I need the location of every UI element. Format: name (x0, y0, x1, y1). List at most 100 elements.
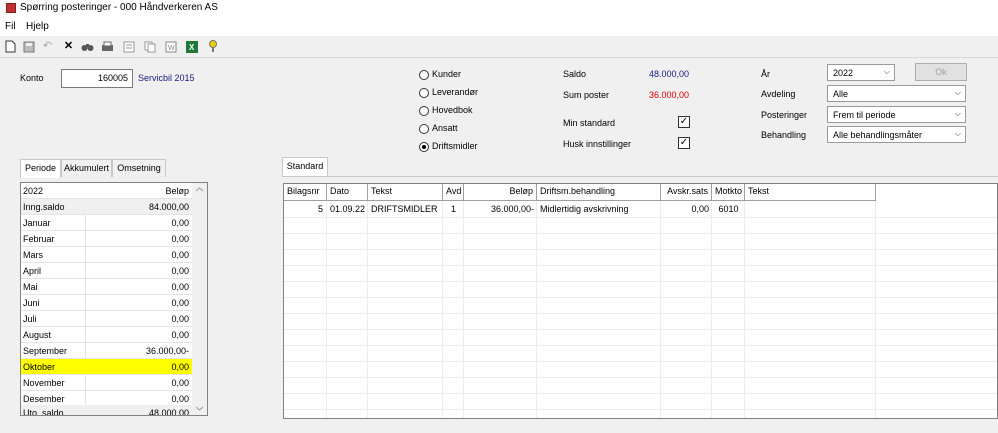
husk-innstillinger-checkbox[interactable]: ✓ (678, 137, 690, 149)
ar-label: År (761, 69, 770, 79)
tab-periode[interactable]: Periode (20, 159, 61, 178)
avdeling-select[interactable]: Alle ⌵ (827, 85, 966, 102)
radio-button-selected[interactable] (419, 142, 429, 152)
cell-tekst: DRIFTSMIDLER (371, 204, 438, 214)
table-row[interactable]: Mars 0,00 (21, 247, 193, 263)
table-row[interactable]: Inng.saldo 84.000,00 (21, 199, 193, 215)
tab-divider (282, 176, 998, 177)
tab-akkumulert[interactable]: Akkumulert (61, 159, 112, 177)
cell-dato: 01.09.22 (330, 204, 366, 214)
save-icon[interactable] (22, 40, 35, 53)
table-row[interactable]: Uto. saldo 48.000,00 (21, 405, 193, 415)
column-header-tekst-2[interactable]: Tekst (745, 184, 876, 201)
table-row[interactable]: August 0,00 (21, 327, 193, 343)
column-header-avd[interactable]: Avd (443, 184, 464, 201)
radio-button[interactable] (419, 70, 429, 80)
column-header-year: 2022 (23, 186, 44, 196)
period-name: Juni (23, 298, 40, 308)
period-name: November (23, 378, 65, 388)
table-row[interactable]: Mai 0,00 (21, 279, 193, 295)
new-file-icon[interactable] (4, 40, 17, 53)
min-standard-checkbox[interactable]: ✓ (678, 116, 690, 128)
period-amount: 0,00 (171, 330, 189, 340)
konto-name: Servicbil 2015 (138, 73, 195, 83)
app-icon (6, 3, 16, 13)
column-header-tekst[interactable]: Tekst (368, 184, 443, 201)
radio-label: Driftsmidler (432, 141, 478, 151)
undo-icon[interactable]: ↶ (41, 40, 54, 53)
radio-leverandor[interactable]: Leverandør (419, 87, 529, 99)
toolbar: ↶ ✕ W X (0, 36, 998, 58)
ar-select-value: 2022 (833, 68, 854, 78)
svg-text:X: X (189, 43, 195, 52)
radio-driftsmidler[interactable]: Driftsmidler (419, 141, 529, 153)
vertical-scrollbar[interactable] (192, 183, 207, 415)
copy-icon[interactable] (143, 40, 156, 53)
tab-standard[interactable]: Standard (282, 157, 328, 176)
table-row[interactable]: Februar 0,00 (21, 231, 193, 247)
table-row[interactable]: 5 01.09.22 DRIFTSMIDLER 1 36.000,00- Mid… (284, 202, 997, 218)
husk-innstillinger-label: Husk innstillinger (563, 139, 632, 149)
period-name: Inng.saldo (23, 202, 65, 212)
period-grid: 2022 Beløp Inng.saldo 84.000,00 Januar 0… (20, 182, 208, 416)
radio-ansatt[interactable]: Ansatt (419, 123, 529, 135)
radio-label: Leverandør (432, 87, 479, 97)
period-amount: 0,00 (171, 234, 189, 244)
radio-button[interactable] (419, 88, 429, 98)
period-name: Februar (23, 234, 55, 244)
min-standard-label: Min standard (563, 118, 616, 128)
menu-help[interactable]: Hjelp (26, 21, 49, 32)
cell-belop: 36.000,00- (490, 204, 534, 214)
radio-button[interactable] (419, 124, 429, 134)
column-header-belop: Beløp (165, 186, 189, 196)
period-amount: 0,00 (171, 266, 189, 276)
column-header-avskr-sats[interactable]: Avskr.sats (661, 184, 712, 201)
period-amount: 0,00 (171, 314, 189, 324)
sum-poster-value: 36.000,00 (649, 90, 690, 100)
help-icon[interactable] (206, 40, 219, 53)
radio-button[interactable] (419, 106, 429, 116)
posteringer-select[interactable]: Frem til periode ⌵ (827, 106, 966, 123)
column-header-dato[interactable]: Dato (327, 184, 368, 201)
print-icon[interactable] (101, 40, 114, 53)
find-icon[interactable] (81, 40, 94, 53)
saldo-value: 48.000,00 (649, 69, 690, 79)
konto-input[interactable]: 160005 (61, 69, 133, 88)
table-row[interactable]: April 0,00 (21, 263, 193, 279)
period-grid-header: 2022 Beløp (21, 183, 193, 199)
avdeling-label: Avdeling (761, 89, 796, 99)
radio-label: Ansatt (432, 123, 458, 133)
cell-avd: 1 (450, 204, 456, 214)
period-name: Oktober (23, 362, 56, 372)
column-header-bilagsnr[interactable]: Bilagsnr (284, 184, 327, 201)
period-amount: 0,00 (171, 362, 189, 372)
delete-icon[interactable]: ✕ (62, 40, 75, 53)
period-name: Juli (23, 314, 37, 324)
radio-label: Hovedbok (432, 105, 473, 115)
column-header-motkto[interactable]: Motkto (712, 184, 745, 201)
table-row[interactable]: November 0,00 (21, 375, 193, 391)
column-header-belop[interactable]: Beløp (464, 184, 537, 201)
svg-text:W: W (168, 45, 175, 52)
ar-select[interactable]: 2022 ⌵ (827, 64, 895, 81)
excel-icon[interactable]: X (185, 40, 198, 53)
period-amount: 0,00 (171, 218, 189, 228)
word-icon[interactable]: W (164, 40, 177, 53)
table-row[interactable]: September 36.000,00- (21, 343, 193, 359)
menu-file[interactable]: Fil (5, 21, 16, 32)
period-name: Mai (23, 282, 38, 292)
column-header-driftsm-behandling[interactable]: Driftsm.behandling (537, 184, 661, 201)
radio-hovedbok[interactable]: Hovedbok (419, 105, 529, 117)
table-row-selected[interactable]: Oktober 0,00 (21, 359, 193, 375)
period-amount: 36.000,00- (145, 346, 189, 356)
radio-kunder[interactable]: Kunder (419, 69, 529, 81)
chevron-down-icon: ⌵ (954, 88, 961, 97)
table-row[interactable]: Juli 0,00 (21, 311, 193, 327)
saldo-label: Saldo (563, 69, 587, 79)
table-row[interactable]: Juni 0,00 (21, 295, 193, 311)
ok-button[interactable]: Ok (915, 63, 967, 81)
preview-icon[interactable] (122, 40, 135, 53)
tab-omsetning[interactable]: Omsetning (112, 159, 166, 177)
behandling-select[interactable]: Alle behandlingsmåter ⌵ (827, 126, 966, 143)
table-row[interactable]: Januar 0,00 (21, 215, 193, 231)
